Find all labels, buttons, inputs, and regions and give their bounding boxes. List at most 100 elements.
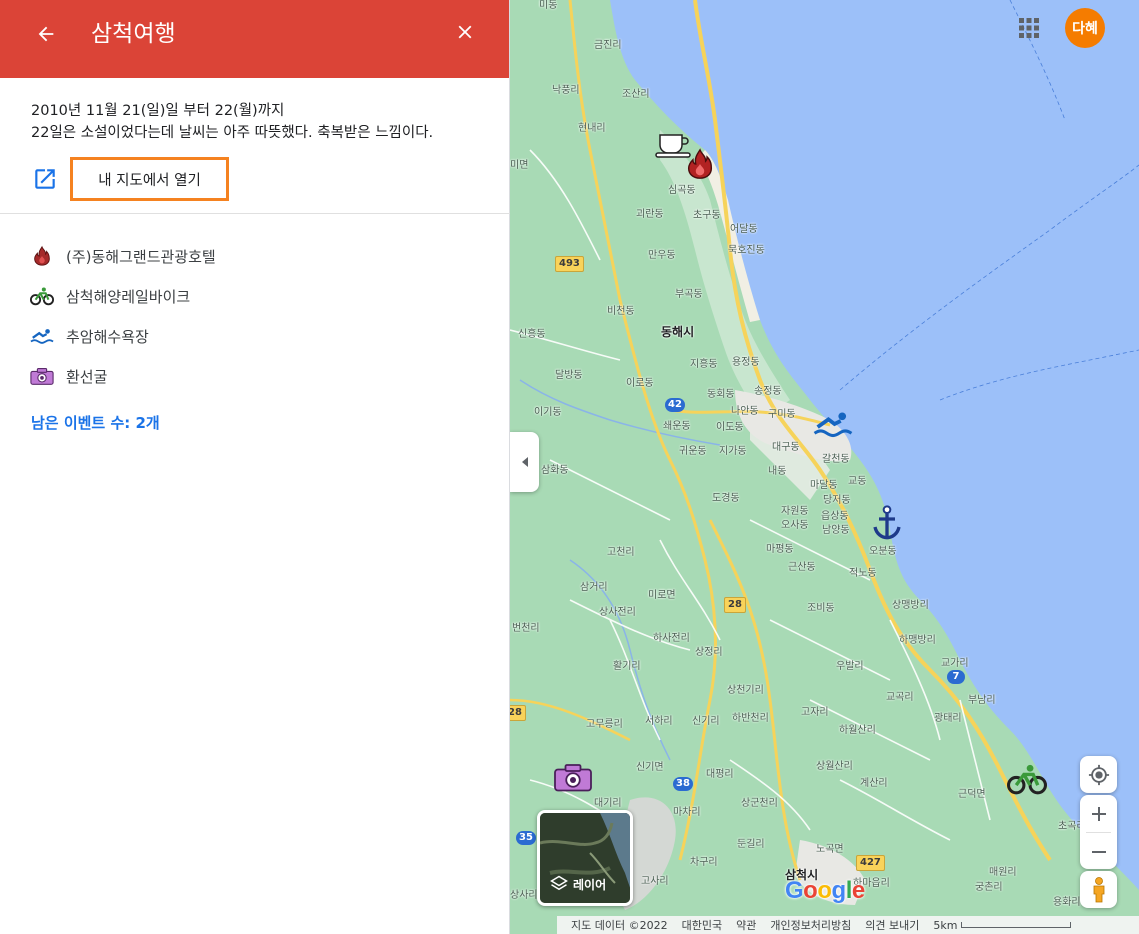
swimmer-marker-icon[interactable]	[813, 408, 853, 444]
collapse-panel-button[interactable]	[510, 432, 539, 492]
camera-icon	[30, 364, 54, 388]
place-label: 추암해수욕장	[66, 327, 149, 346]
map-label: 지가동	[719, 446, 747, 457]
map-label: 어달동	[730, 224, 758, 235]
map-label: 귀운동	[679, 446, 707, 457]
scale-label: 5km	[933, 918, 958, 932]
street-view-pegman[interactable]	[1080, 871, 1117, 908]
map-label: 송정동	[754, 386, 782, 397]
map-label: 갈천동	[822, 454, 850, 465]
layers-icon	[550, 875, 568, 891]
panel-title: 삼척여행	[91, 21, 176, 47]
map-label: 고무릉리	[586, 719, 623, 730]
road-shield: 42	[665, 398, 685, 412]
map-label: 노곡면	[816, 844, 844, 855]
map-label: 이로동	[626, 378, 654, 389]
map-label: 계산리	[860, 778, 888, 789]
map-label: 미면	[510, 160, 529, 171]
open-in-my-maps-row: 내 지도에서 열기	[30, 157, 229, 201]
map-label: 초구동	[693, 210, 721, 221]
my-location-button[interactable]	[1080, 756, 1117, 793]
map-label: 쇄운동	[663, 421, 691, 432]
map-label: 상맹방리	[892, 600, 929, 611]
open-in-my-maps-button[interactable]: 내 지도에서 열기	[70, 157, 229, 201]
list-item[interactable]: (주)동해그랜드관광호텔	[30, 236, 490, 276]
map-label: 상군천리	[741, 798, 778, 809]
zoom-in-button[interactable]	[1080, 795, 1117, 832]
bicycle-marker-icon[interactable]	[1007, 762, 1047, 800]
place-label: (주)동해그랜드관광호텔	[66, 247, 216, 266]
map-label: 하월산리	[839, 725, 876, 736]
map-label: 읍상동	[821, 511, 849, 522]
map-label: 대구동	[772, 442, 800, 453]
road-shield: 28	[724, 597, 746, 613]
map-label: 상사전리	[599, 607, 636, 618]
list-item[interactable]: 삼척해양레일바이크	[30, 276, 490, 316]
swimmer-icon	[30, 324, 54, 348]
layers-button[interactable]: 레이어	[537, 810, 633, 906]
map-label: 현내리	[578, 123, 606, 134]
map-label: 이도동	[716, 422, 744, 433]
map-label: 지흥동	[690, 359, 718, 370]
scale-bar[interactable]: 5km	[933, 918, 1071, 932]
map-label: 우발리	[836, 661, 864, 672]
map-label: 교가리	[941, 658, 969, 669]
zoom-out-button[interactable]	[1080, 833, 1117, 870]
anchor-marker-icon[interactable]	[871, 504, 903, 546]
map-label: 하사전리	[653, 633, 690, 644]
map-label: 마달동	[810, 480, 838, 491]
layer-label-row: 레이어	[550, 875, 606, 893]
map-label: 미동	[539, 0, 558, 11]
map-label: 상월산리	[816, 761, 853, 772]
pegman-icon	[1093, 876, 1104, 902]
map-label: 조산리	[622, 89, 650, 100]
country-link[interactable]: 대한민국	[682, 917, 722, 933]
map-label: 하맹방리	[899, 635, 936, 646]
list-panel: 삼척여행 2010년 11월 21(일)일 부터 22(월)까지 22일은 소설…	[0, 0, 510, 934]
open-external-icon[interactable]	[30, 164, 60, 194]
map-label: 오사동	[781, 520, 809, 531]
map-label: 신흥동	[518, 329, 546, 340]
terms-link[interactable]: 약관	[736, 917, 756, 933]
map-label: 광태리	[934, 713, 962, 724]
close-button[interactable]	[444, 12, 486, 52]
divider	[0, 213, 510, 214]
map-label: 상천기리	[727, 685, 764, 696]
map-label: 고천리	[607, 547, 635, 558]
more-events-link[interactable]: 남은 이벤트 수: 2개	[31, 412, 160, 433]
map-label: 고사리	[641, 876, 669, 887]
map-label: 고자리	[801, 707, 829, 718]
google-apps-button[interactable]	[1017, 16, 1041, 40]
fire-marker-icon[interactable]	[683, 146, 717, 186]
map-label: 남양동	[822, 525, 850, 536]
map-label: 비천동	[607, 306, 635, 317]
map-label: 묵호진동	[728, 245, 765, 256]
feedback-link[interactable]: 의견 보내기	[865, 917, 919, 933]
map-label: 대기리	[594, 798, 622, 809]
camera-marker-icon[interactable]	[553, 762, 593, 796]
map-label: 미로면	[648, 590, 676, 601]
account-avatar[interactable]: 다혜	[1065, 8, 1105, 48]
description-line: 2010년 11월 21(일)일 부터 22(월)까지	[31, 103, 285, 119]
map-canvas[interactable]: 미동 금진리 낙풍리 조산리 현내리 미면 심곡동 괴란동 초구동 어달동 묵호…	[510, 0, 1139, 934]
map-label: 용정동	[732, 357, 760, 368]
map-label: 하반천리	[732, 713, 769, 724]
map-label: 근덕면	[958, 789, 986, 800]
back-button[interactable]	[26, 14, 66, 54]
map-label: 조비동	[807, 603, 835, 614]
map-label: 동해시	[661, 325, 695, 339]
list-item[interactable]: 환선굴	[30, 356, 490, 396]
map-label: 교곡리	[886, 692, 914, 703]
arrow-left-icon	[38, 26, 54, 42]
privacy-link[interactable]: 개인정보처리방침	[770, 917, 851, 933]
map-label: 금진리	[594, 40, 622, 51]
road-shield: 28	[510, 705, 526, 721]
map-label: 만우동	[648, 250, 676, 261]
map-label: 대평리	[706, 769, 734, 780]
list-item[interactable]: 추암해수욕장	[30, 316, 490, 356]
road-shield: 35	[516, 831, 536, 845]
map-label: 적노동	[849, 568, 877, 579]
map-label: 마평동	[766, 544, 794, 555]
map-label: 번천리	[512, 623, 540, 634]
map-label: 교동	[848, 476, 867, 487]
